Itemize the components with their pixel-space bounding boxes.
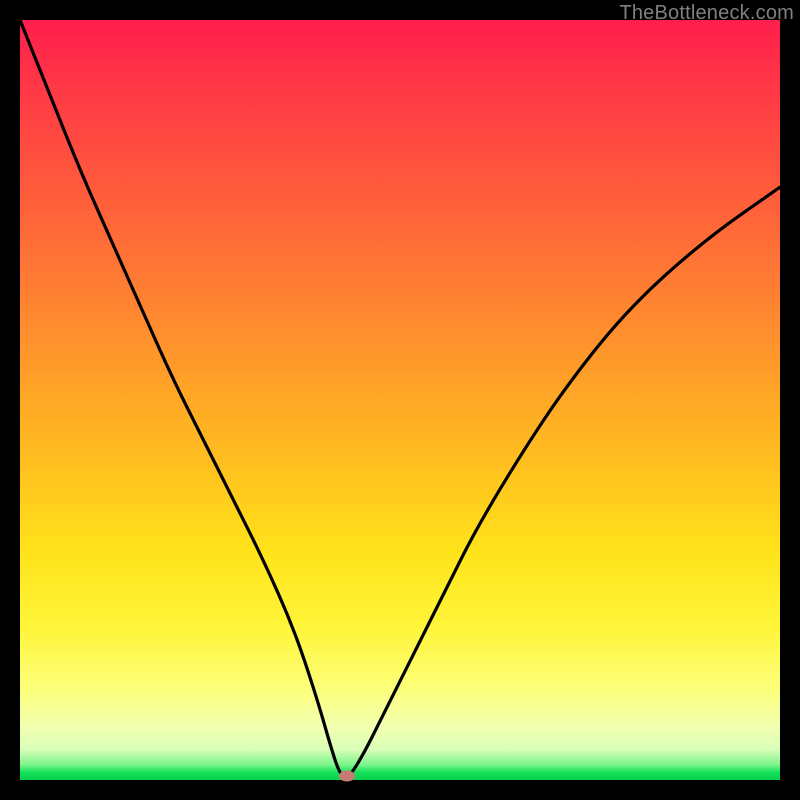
bottleneck-curve bbox=[20, 20, 780, 780]
curve-path bbox=[20, 20, 780, 777]
watermark-text: TheBottleneck.com bbox=[619, 2, 794, 25]
chart-frame: TheBottleneck.com bbox=[0, 0, 800, 800]
balance-marker bbox=[339, 771, 355, 782]
plot-area bbox=[20, 20, 780, 780]
